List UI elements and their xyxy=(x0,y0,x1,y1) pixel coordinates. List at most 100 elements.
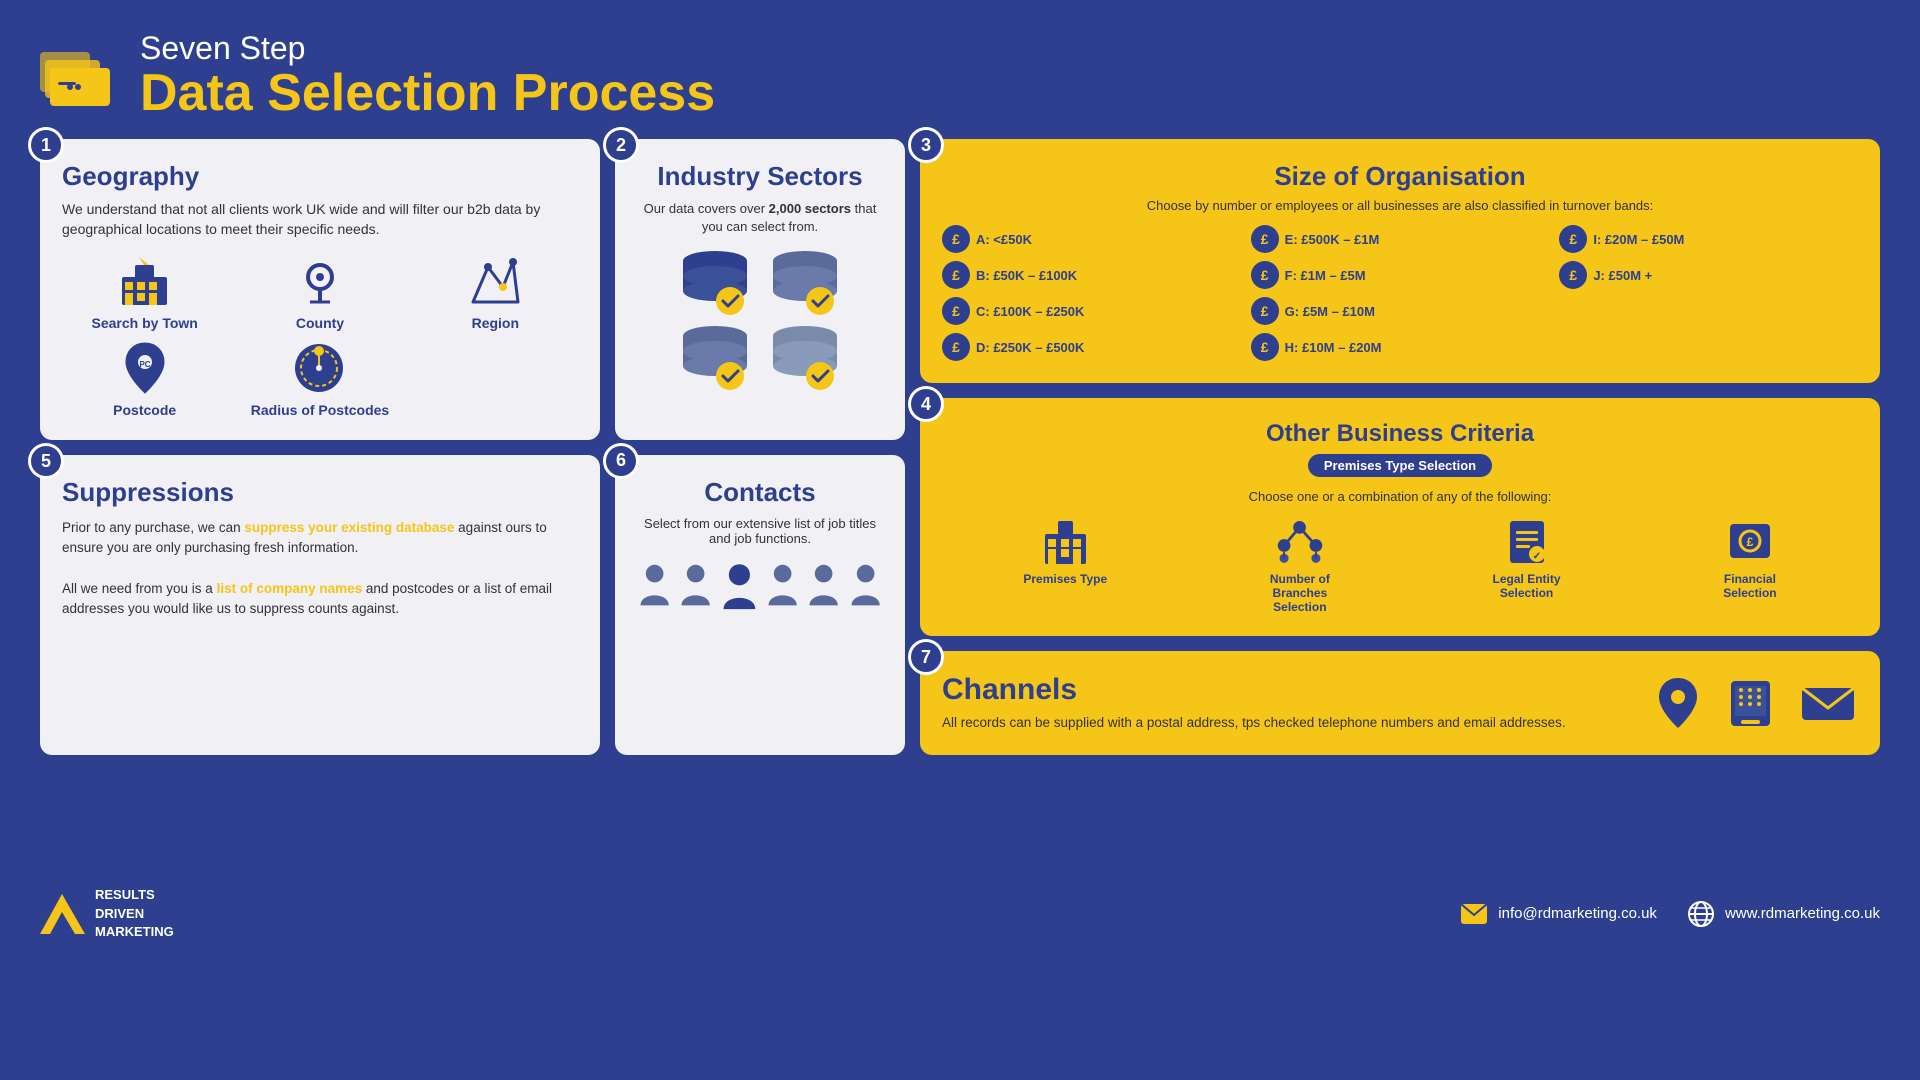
svg-text:✓: ✓ xyxy=(1532,551,1540,562)
suppress-link: suppress your existing database xyxy=(244,520,454,535)
size-h-label: H: £10M – £20M xyxy=(1285,340,1382,355)
pound-icon-b: £ xyxy=(942,261,970,289)
size-f: £ F: £1M – £5M xyxy=(1251,261,1550,289)
header-text: Seven Step Data Selection Process xyxy=(140,30,715,119)
pound-icon-a: £ xyxy=(942,225,970,253)
branches-item: Number ofBranchesSelection xyxy=(1270,516,1330,614)
person-5 xyxy=(848,558,883,613)
industry-card: 2 Industry Sectors Our data covers over … xyxy=(615,139,905,440)
branches-icon xyxy=(1275,516,1325,566)
svg-text:PC: PC xyxy=(139,360,150,369)
db-icon-3 xyxy=(675,321,755,391)
size-e: £ E: £500K – £1M xyxy=(1251,225,1550,253)
size-b-label: B: £50K – £100K xyxy=(976,268,1077,283)
contacts-card: 6 Contacts Select from our extensive lis… xyxy=(615,455,905,756)
county-icon xyxy=(290,254,350,309)
premises-icon xyxy=(1040,516,1090,566)
branches-label: Number ofBranchesSelection xyxy=(1270,572,1330,614)
legal-item: ✓ Legal EntitySelection xyxy=(1493,516,1561,600)
footer-email: info@rdmarketing.co.uk xyxy=(1498,905,1657,922)
step-5-badge: 5 xyxy=(28,443,64,479)
svg-text:£: £ xyxy=(1747,535,1754,549)
footer: RESULTS DRIVEN MARKETING info@rdmarketin… xyxy=(40,755,1880,1060)
pound-icon-h: £ xyxy=(1251,333,1279,361)
radius-icon xyxy=(290,341,350,396)
email-footer-icon xyxy=(1460,903,1488,925)
step-2-badge: 2 xyxy=(603,127,639,163)
financial-item: £ FinancialSelection xyxy=(1723,516,1776,600)
channels-icons xyxy=(1653,676,1858,731)
premises-type-label: Premises Type xyxy=(1023,572,1107,586)
size-c: £ C: £100K – £250K xyxy=(942,297,1241,325)
person-highlight xyxy=(720,558,760,618)
channels-title: Channels xyxy=(942,673,1633,707)
pound-icon-f: £ xyxy=(1251,261,1279,289)
size-d: £ D: £250K – £500K xyxy=(942,333,1241,361)
channels-body: All records can be supplied with a posta… xyxy=(942,713,1633,733)
step-7-badge: 7 xyxy=(908,639,944,675)
header: Seven Step Data Selection Process xyxy=(40,30,1880,119)
footer-contact: info@rdmarketing.co.uk www.rdmarketing.c… xyxy=(1460,900,1880,928)
size-j: £ J: £50M + xyxy=(1559,261,1858,289)
town-label: Search by Town xyxy=(92,315,198,331)
financial-label: FinancialSelection xyxy=(1723,572,1776,600)
legal-label: Legal EntitySelection xyxy=(1493,572,1561,600)
phone-channel-icon xyxy=(1723,676,1778,731)
size-subtitle: Choose by number or employees or all bus… xyxy=(942,198,1858,213)
region-label: Region xyxy=(472,315,519,331)
pound-icon-c: £ xyxy=(942,297,970,325)
size-title: Size of Organisation xyxy=(942,161,1858,192)
step-6-badge: 6 xyxy=(603,443,639,479)
pound-icon-e: £ xyxy=(1251,225,1279,253)
logo-line2: DRIVEN xyxy=(95,905,174,923)
pound-icon-j: £ xyxy=(1559,261,1587,289)
size-a: £ A: <£50K xyxy=(942,225,1241,253)
size-g-label: G: £5M – £10M xyxy=(1285,304,1375,319)
db-icon-2 xyxy=(765,246,845,316)
size-c-label: C: £100K – £250K xyxy=(976,304,1084,319)
region-icon xyxy=(465,254,525,309)
radius-label: Radius of Postcodes xyxy=(251,402,389,418)
main-container: Seven Step Data Selection Process 1 Geog… xyxy=(0,0,1920,1080)
footer-website: www.rdmarketing.co.uk xyxy=(1725,905,1880,922)
county-label: County xyxy=(296,315,344,331)
footer-logo: RESULTS DRIVEN MARKETING xyxy=(40,886,174,941)
size-grid: £ A: <£50K £ B: £50K – £100K £ C: £100K … xyxy=(942,225,1858,361)
geography-icons: Search by Town County xyxy=(62,254,578,418)
header-icon xyxy=(40,40,120,110)
person-4 xyxy=(806,558,841,613)
database-icons-2 xyxy=(637,321,883,391)
database-icons xyxy=(637,246,883,316)
size-a-label: A: <£50K xyxy=(976,232,1032,247)
footer-website-item: www.rdmarketing.co.uk xyxy=(1687,900,1880,928)
pound-icon-g: £ xyxy=(1251,297,1279,325)
premises-badge: Premises Type Selection xyxy=(1308,454,1492,477)
business-subtitle: Choose one or a combination of any of th… xyxy=(942,489,1858,504)
person-3 xyxy=(765,558,800,613)
suppressions-body: Prior to any purchase, we can suppress y… xyxy=(62,518,578,619)
business-icons: Premises Type xyxy=(942,516,1858,614)
globe-footer-icon xyxy=(1687,900,1715,928)
financial-icon: £ xyxy=(1725,516,1775,566)
geo-radius: Radius of Postcodes xyxy=(237,341,402,418)
geography-card: 1 Geography We understand that not all c… xyxy=(40,139,600,440)
pound-icon-i: £ xyxy=(1559,225,1587,253)
db-icon-4 xyxy=(765,321,845,391)
pound-icon-d: £ xyxy=(942,333,970,361)
legal-icon: ✓ xyxy=(1502,516,1552,566)
step-1-badge: 1 xyxy=(28,127,64,163)
contacts-body: Select from our extensive list of job ti… xyxy=(637,516,883,546)
size-h: £ H: £10M – £20M xyxy=(1251,333,1550,361)
size-g: £ G: £5M – £10M xyxy=(1251,297,1550,325)
logo-line1: RESULTS xyxy=(95,886,174,904)
geo-postcode: PC Postcode xyxy=(62,341,227,418)
step-3-badge: 3 xyxy=(908,127,944,163)
town-icon xyxy=(115,254,175,309)
postcode-label: Postcode xyxy=(113,402,176,418)
size-b: £ B: £50K – £100K xyxy=(942,261,1241,289)
db-icon-1 xyxy=(675,246,755,316)
postcode-icon: PC xyxy=(115,341,175,396)
geography-title: Geography xyxy=(62,161,578,192)
industry-title: Industry Sectors xyxy=(637,161,883,192)
person-1 xyxy=(637,558,672,613)
